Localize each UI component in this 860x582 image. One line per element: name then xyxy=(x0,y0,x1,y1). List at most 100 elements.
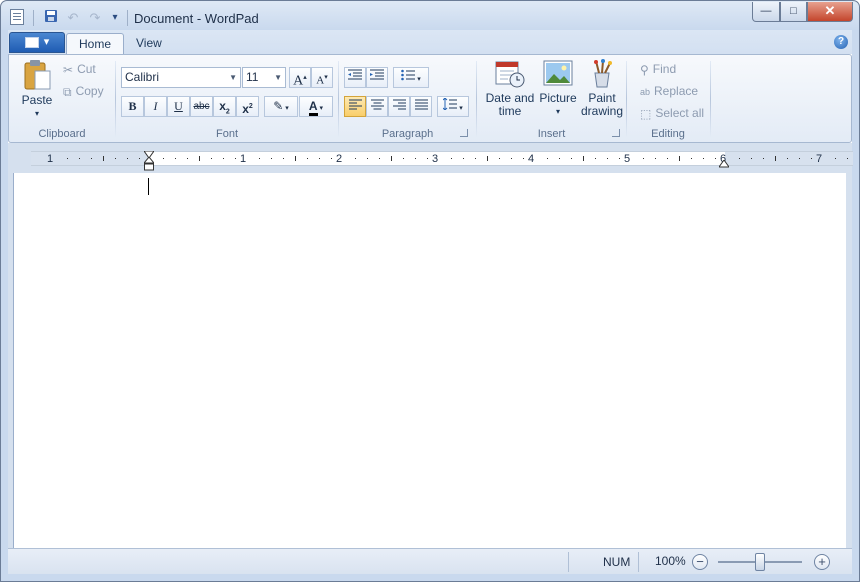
application-menu-button[interactable]: ▾ xyxy=(9,32,65,53)
paragraph-dialog-launcher-icon[interactable]: ↘ xyxy=(460,129,468,137)
close-button[interactable]: ✕ xyxy=(807,2,853,22)
ruler-tick xyxy=(679,156,680,161)
redo-icon[interactable]: ↷ xyxy=(86,9,104,27)
picture-label: Picture xyxy=(539,91,577,105)
font-color-button[interactable]: A ▾ xyxy=(299,96,333,117)
wordpad-app-icon[interactable] xyxy=(10,9,24,25)
ruler-tick xyxy=(583,156,584,161)
num-lock-indicator: NUM xyxy=(603,555,631,569)
align-center-icon[interactable] xyxy=(366,96,388,117)
superscript-button[interactable]: x2 xyxy=(236,96,259,117)
line-spacing-button[interactable]: ▾ xyxy=(437,96,469,117)
calendar-clock-icon xyxy=(495,61,525,88)
right-indent-marker-icon[interactable] xyxy=(718,157,730,171)
ruler-tick xyxy=(235,158,236,159)
ruler-tick xyxy=(835,158,836,159)
binoculars-icon: ⚲ xyxy=(640,62,649,77)
chevron-down-icon: ▾ xyxy=(283,105,289,112)
ruler[interactable]: 1 1 2 3 4 5 6 7 xyxy=(31,151,853,166)
ruler-tick xyxy=(259,158,260,159)
underline-button[interactable]: U xyxy=(167,96,190,117)
chevron-down-icon: ▼ xyxy=(229,73,237,82)
ruler-tick xyxy=(451,158,452,159)
customize-qat-button[interactable]: ▾ xyxy=(106,9,124,27)
zoom-out-icon[interactable]: − xyxy=(692,554,708,570)
ruler-tick xyxy=(211,158,212,159)
bold-button[interactable]: B xyxy=(121,96,144,117)
chevron-down-icon: ▾ xyxy=(555,107,560,116)
font-size-combo[interactable]: 11 ▼ xyxy=(242,67,286,88)
paste-button[interactable]: Paste ▾ xyxy=(17,59,57,120)
cut-label: Cut xyxy=(77,62,96,76)
font-family-combo[interactable]: Calibri ▼ xyxy=(121,67,241,88)
picture-button[interactable]: Picture ▾ xyxy=(537,59,579,118)
align-left-icon[interactable] xyxy=(344,96,366,117)
ruler-tick xyxy=(715,158,716,159)
ruler-bar: 1 1 2 3 4 5 6 7 xyxy=(8,143,853,174)
ruler-label: 1 xyxy=(240,153,247,165)
window-frame-left xyxy=(0,30,8,582)
ruler-label: 5 xyxy=(624,153,631,165)
ribbon: Paste ▾ ✂ Cut ⧉ Copy Clipboard Calibri ▼ 11… xyxy=(8,54,852,143)
align-right-icon[interactable] xyxy=(388,96,410,117)
undo-icon[interactable]: ↶ xyxy=(64,9,82,27)
grow-font-button[interactable]: A▴ xyxy=(289,67,311,89)
title-bar: ↶ ↷ ▾ Document - WordPad — □ ✕ xyxy=(0,0,860,30)
help-icon[interactable]: ? xyxy=(834,35,848,49)
ruler-label: 2 xyxy=(336,153,343,165)
font-size-value: 11 xyxy=(246,70,259,84)
shrink-font-button[interactable]: A▾ xyxy=(311,67,333,88)
paste-icon xyxy=(24,60,51,90)
ruler-tick xyxy=(643,158,644,159)
copy-button[interactable]: ⧉ Copy xyxy=(63,81,104,101)
paint-drawing-label-line2: drawing xyxy=(580,104,624,118)
bullet-list-button[interactable]: ▾ xyxy=(393,67,429,88)
tab-view[interactable]: View xyxy=(124,33,174,55)
ruler-tick xyxy=(475,158,476,159)
document-page[interactable] xyxy=(13,173,846,548)
maximize-button[interactable]: □ xyxy=(780,2,807,22)
italic-button[interactable]: I xyxy=(144,96,167,117)
copy-label: Copy xyxy=(75,84,104,98)
cut-button[interactable]: ✂ Cut xyxy=(63,59,96,79)
tab-home[interactable]: Home xyxy=(66,33,125,55)
select-all-button[interactable]: ⬚ Select all xyxy=(640,103,704,123)
paint-drawing-button[interactable]: Paint drawing xyxy=(580,59,624,118)
find-button[interactable]: ⚲ Find xyxy=(640,59,676,79)
ruler-right-margin xyxy=(725,152,853,165)
replace-button[interactable]: ab Replace xyxy=(640,81,698,101)
ruler-tick xyxy=(403,158,404,159)
ruler-tick xyxy=(427,158,428,159)
ruler-tick xyxy=(367,158,368,159)
ruler-tick xyxy=(847,158,848,159)
ruler-tick xyxy=(691,158,692,159)
strikethrough-button[interactable]: abc xyxy=(190,96,213,117)
zoom-in-icon[interactable]: + xyxy=(814,554,830,570)
hanging-indent-marker-icon[interactable] xyxy=(142,156,156,174)
paint-brushes-icon xyxy=(594,59,612,88)
find-label: Find xyxy=(652,62,677,76)
chevron-down-icon: ▾ xyxy=(317,105,324,112)
ruler-label: 4 xyxy=(528,153,535,165)
ruler-label: 1 xyxy=(47,153,54,165)
date-and-time-button[interactable]: Date and time xyxy=(484,59,536,118)
highlight-color-button[interactable]: ✎ ▾ xyxy=(264,96,298,117)
decrease-indent-icon[interactable] xyxy=(344,67,366,88)
subscript-button[interactable]: x2 xyxy=(213,96,236,117)
save-icon[interactable] xyxy=(42,9,60,27)
ruler-tick xyxy=(559,158,560,159)
qat-separator xyxy=(33,10,34,26)
ruler-tick xyxy=(391,156,392,161)
minimize-button[interactable]: — xyxy=(752,2,780,22)
ruler-tick xyxy=(331,158,332,159)
ruler-tick xyxy=(595,158,596,159)
ruler-tick xyxy=(283,158,284,159)
increase-indent-icon[interactable] xyxy=(366,67,388,88)
zoom-slider-thumb[interactable] xyxy=(755,553,765,571)
ruler-tick xyxy=(91,158,92,159)
ruler-tick xyxy=(523,158,524,159)
ruler-tick xyxy=(775,156,776,161)
justify-icon[interactable] xyxy=(410,96,432,117)
ruler-tick xyxy=(355,158,356,159)
insert-dialog-launcher-icon[interactable]: ↘ xyxy=(612,129,620,137)
